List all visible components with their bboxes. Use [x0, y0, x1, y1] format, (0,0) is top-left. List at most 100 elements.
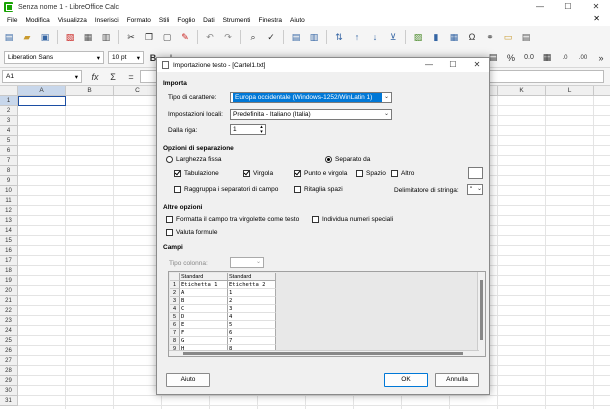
space-checkbox[interactable]: Spazio — [356, 170, 386, 177]
stepper-arrows-icon[interactable]: ▴ ▾ — [258, 124, 265, 135]
minimize-button[interactable]: — — [526, 0, 554, 14]
other-checkbox[interactable]: Altro — [391, 170, 414, 177]
maximize-button[interactable]: ☐ — [554, 0, 582, 14]
menu-stili[interactable]: Stili — [155, 17, 173, 24]
row-header[interactable]: 18 — [0, 266, 18, 276]
close-document-icon[interactable]: ✕ — [589, 14, 604, 23]
row-header[interactable]: 7 — [0, 156, 18, 166]
help-button[interactable]: Aiuto — [166, 373, 210, 387]
tab-checkbox[interactable]: Tabulazione — [174, 170, 219, 177]
cut-icon[interactable]: ✂ — [124, 30, 138, 44]
redo-icon[interactable]: ↷ — [221, 30, 235, 44]
row-header[interactable]: 11 — [0, 196, 18, 206]
row-header[interactable]: 16 — [0, 246, 18, 256]
row-header[interactable]: 23 — [0, 316, 18, 326]
sort-ascending-icon[interactable]: ↑ — [350, 30, 364, 44]
undo-icon[interactable]: ↶ — [203, 30, 217, 44]
row-icon[interactable]: ▤ — [289, 30, 303, 44]
menu-formato[interactable]: Formato — [123, 17, 155, 24]
merge-delimiters-checkbox[interactable]: Raggruppa i separatori di campo — [174, 186, 278, 193]
percent-format-icon[interactable]: % — [504, 51, 518, 65]
sum-icon[interactable]: Σ — [106, 70, 120, 84]
separated-by-radio[interactable]: Separato da — [325, 156, 370, 163]
row-header[interactable]: 29 — [0, 376, 18, 386]
column-header[interactable]: L — [546, 86, 594, 96]
scrollbar-thumb[interactable] — [480, 280, 483, 340]
find-replace-icon[interactable]: ⌕ — [246, 30, 260, 44]
copy-icon[interactable]: ❐ — [142, 30, 156, 44]
name-box[interactable]: A1 ▾ — [2, 70, 82, 83]
row-header[interactable]: 5 — [0, 136, 18, 146]
row-header[interactable]: 3 — [0, 116, 18, 126]
row-header[interactable]: 1 — [0, 96, 18, 106]
comment-icon[interactable]: ▭ — [501, 30, 515, 44]
menu-visualizza[interactable]: Visualizza — [54, 17, 91, 24]
dialog-maximize-button[interactable]: ☐ — [441, 58, 465, 72]
row-header[interactable]: 10 — [0, 186, 18, 196]
row-header[interactable]: 26 — [0, 346, 18, 356]
other-separator-input[interactable] — [468, 167, 483, 179]
column-header[interactable]: A — [18, 86, 66, 96]
semicolon-checkbox[interactable]: Punto e virgola — [294, 170, 347, 177]
preview-horizontal-scrollbar[interactable] — [169, 350, 479, 356]
row-header[interactable]: 20 — [0, 286, 18, 296]
pivot-table-icon[interactable]: ▦ — [447, 30, 461, 44]
print-preview-icon[interactable]: ▥ — [99, 30, 113, 44]
row-header[interactable]: 4 — [0, 126, 18, 136]
font-size-box[interactable]: 10 pt ▾ — [108, 51, 144, 64]
row-header[interactable]: 17 — [0, 256, 18, 266]
headers-footers-icon[interactable]: ▤ — [519, 30, 533, 44]
row-header[interactable]: 22 — [0, 306, 18, 316]
print-icon[interactable]: ▦ — [81, 30, 95, 44]
menu-aiuto[interactable]: Aiuto — [286, 17, 309, 24]
preview-column-type[interactable]: Standard — [180, 273, 228, 281]
from-row-stepper[interactable]: 1 ▴ ▾ — [230, 124, 266, 135]
row-header[interactable]: 19 — [0, 276, 18, 286]
detect-special-numbers-checkbox[interactable]: Individua numeri speciali — [312, 216, 393, 223]
export-pdf-icon[interactable]: ▧ — [63, 30, 77, 44]
menu-foglio[interactable]: Foglio — [173, 17, 199, 24]
row-header[interactable]: 27 — [0, 356, 18, 366]
sort-descending-icon[interactable]: ↓ — [368, 30, 382, 44]
insert-image-icon[interactable]: ▨ — [411, 30, 425, 44]
trim-spaces-checkbox[interactable]: Ritaglia spazi — [294, 186, 343, 193]
scrollbar-thumb[interactable] — [183, 352, 463, 355]
row-header[interactable]: 15 — [0, 236, 18, 246]
charset-select[interactable]: Europa occidentale (Windows-1252/WinLati… — [230, 92, 392, 103]
import-preview[interactable]: Standard Standard 1 Etichetta 1 Etichetta … — [168, 271, 486, 357]
insert-chart-icon[interactable]: ▮ — [429, 30, 443, 44]
column-icon[interactable]: ▥ — [307, 30, 321, 44]
row-header[interactable]: 24 — [0, 326, 18, 336]
clone-formatting-icon[interactable]: ✎ — [178, 30, 192, 44]
menu-modifica[interactable]: Modifica — [21, 17, 53, 24]
string-delimiter-select[interactable]: " ⌄ — [467, 184, 483, 195]
row-header[interactable]: 25 — [0, 336, 18, 346]
menu-inserisci[interactable]: Inserisci — [91, 17, 123, 24]
close-window-button[interactable]: ✕ — [582, 0, 610, 14]
row-header[interactable]: 30 — [0, 386, 18, 396]
open-folder-icon[interactable]: ▰ — [20, 30, 34, 44]
evaluate-formulas-checkbox[interactable]: Valuta formule — [166, 229, 217, 236]
font-name-box[interactable]: Liberation Sans ▾ — [4, 51, 104, 64]
column-header[interactable]: K — [498, 86, 546, 96]
spelling-icon[interactable]: ✓ — [264, 30, 278, 44]
dialog-close-button[interactable]: ✕ — [465, 58, 489, 72]
menu-dati[interactable]: Dati — [199, 17, 219, 24]
special-character-icon[interactable]: Ω — [465, 30, 479, 44]
sort-icon[interactable]: ⇅ — [332, 30, 346, 44]
row-header[interactable]: 14 — [0, 226, 18, 236]
select-all-corner[interactable] — [0, 86, 18, 96]
save-icon[interactable]: ▣ — [38, 30, 52, 44]
paste-icon[interactable]: ▢ — [160, 30, 174, 44]
more-options-icon[interactable]: » — [594, 51, 608, 65]
preview-vertical-scrollbar[interactable] — [477, 272, 485, 356]
row-header[interactable]: 31 — [0, 396, 18, 406]
row-header[interactable]: 6 — [0, 146, 18, 156]
row-header[interactable]: 2 — [0, 106, 18, 116]
preview-column-type[interactable]: Standard — [228, 273, 276, 281]
row-header[interactable]: 28 — [0, 366, 18, 376]
fixed-width-radio[interactable]: Larghezza fissa — [166, 156, 222, 163]
column-header[interactable]: M — [594, 86, 610, 96]
menu-finestra[interactable]: Finestra — [255, 17, 286, 24]
date-format-icon[interactable]: ▦ — [540, 51, 554, 65]
